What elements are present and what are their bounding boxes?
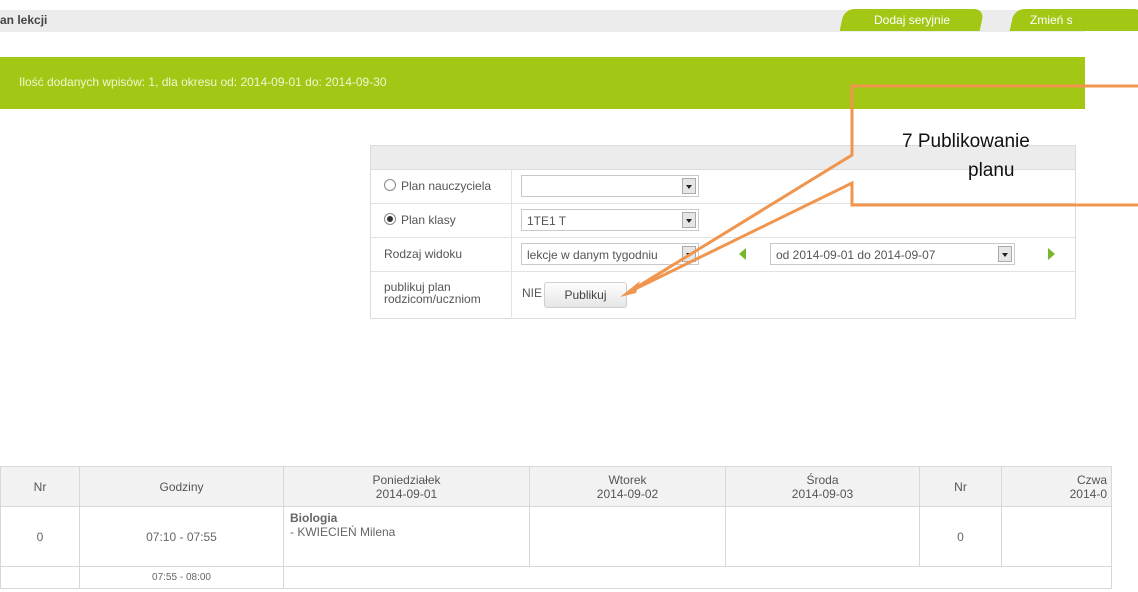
header-nr: Nr — [0, 466, 80, 507]
cell-nr: 0 — [0, 506, 80, 567]
header-tuesday: Wtorek 2014-09-02 — [529, 466, 726, 507]
break-cell — [283, 566, 1112, 589]
cell-hours: 07:10 - 07:55 — [79, 506, 284, 567]
empty-cell[interactable] — [1001, 506, 1112, 567]
header-thursday: Czwa 2014-0 — [1001, 466, 1112, 507]
header-hours: Godziny — [79, 466, 284, 507]
header-monday: Poniedziałek 2014-09-01 — [283, 466, 530, 507]
annotation-arrow-line-upper — [628, 84, 1138, 294]
break-row: 07:55 - 08:00 — [0, 566, 1112, 589]
break-hours: 07:55 - 08:00 — [79, 566, 284, 589]
annotation-arrow-line-lower — [628, 180, 1138, 294]
timetable: Nr Godziny Poniedziałek 2014-09-01 Wtorek… — [0, 466, 1112, 589]
cell-nr-2: 0 — [919, 506, 1002, 567]
header-wednesday: Środa 2014-09-03 — [725, 466, 920, 507]
lesson-teacher: - KWIECIEŃ Milena — [290, 525, 396, 539]
header-nr-2: Nr — [919, 466, 1002, 507]
annotation-text-line2: planu — [968, 160, 1015, 181]
timetable-header-row: Nr Godziny Poniedziałek 2014-09-01 Wtorek… — [0, 466, 1112, 507]
annotation-arrowhead-icon — [620, 281, 640, 297]
empty-cell[interactable] — [725, 506, 920, 567]
lesson-subject: Biologia — [290, 511, 338, 525]
break-nr — [0, 566, 80, 589]
annotation-text-line1: 7 Publikowanie — [902, 131, 1030, 152]
lesson-cell[interactable]: Biologia - KWIECIEŃ Milena — [283, 506, 530, 567]
empty-cell[interactable] — [529, 506, 726, 567]
table-row: 0 07:10 - 07:55 Biologia - KWIECIEŃ Mile… — [0, 506, 1112, 567]
